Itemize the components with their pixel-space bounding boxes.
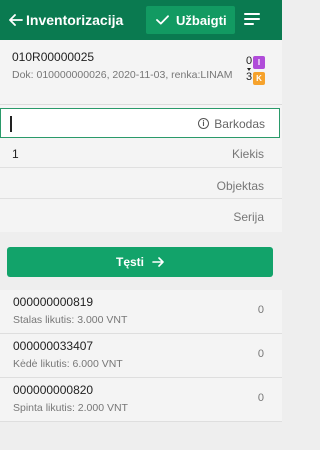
finish-button[interactable]: Užbaigti <box>146 6 235 34</box>
barcode-label: Barkodas <box>214 117 265 131</box>
item-code: 000000000820 <box>13 383 94 397</box>
menu-icon[interactable] <box>244 13 260 27</box>
item-balance: Kėdė likutis: 6.000 VNT <box>13 358 123 370</box>
continue-button-label: Tęsti <box>115 255 144 269</box>
document-code: 010R00000025 <box>12 50 95 64</box>
page-title: Inventorizacija <box>26 12 124 28</box>
item-count: 0 <box>257 392 264 404</box>
item-code: 000000033407 <box>13 339 94 353</box>
badge-k: K <box>253 72 265 85</box>
document-info: Dok: 010000000026, 2020-11-03, renka:LIN… <box>12 69 233 81</box>
menu-icon-line <box>244 13 260 15</box>
menu-icon-line <box>244 23 254 25</box>
back-arrow-icon[interactable] <box>6 9 26 31</box>
document-header: 010R00000025 Dok: 010000000026, 2020-11-… <box>0 40 282 105</box>
list-item[interactable]: 000000033407 Kėdė likutis: 6.000 VNT 0 <box>0 334 282 378</box>
item-code: 000000000819 <box>13 295 94 309</box>
item-count: 0 <box>257 304 264 316</box>
object-field[interactable]: Objektas <box>0 169 282 199</box>
object-label: Objektas <box>216 179 264 193</box>
app-header: Inventorizacija Užbaigti <box>0 0 282 40</box>
finish-button-label: Užbaigti <box>176 12 227 28</box>
continue-button[interactable]: Tęsti <box>7 247 273 277</box>
series-label: Serija <box>233 210 264 224</box>
quantity-label: Kiekis <box>231 147 264 161</box>
back-arrow-icon-svg <box>9 14 23 26</box>
quantity-value: 1 <box>12 147 19 161</box>
list-item[interactable]: 000000000820 Spinta likutis: 2.000 VNT 0 <box>0 378 282 422</box>
quantity-field[interactable]: 1 Kiekis <box>0 138 282 168</box>
menu-icon-line <box>244 18 260 20</box>
series-field[interactable]: Serija <box>0 201 282 231</box>
arrow-right-icon <box>152 257 164 267</box>
text-caret <box>10 116 12 132</box>
check-icon <box>156 15 169 25</box>
item-count: 0 <box>257 348 264 360</box>
item-balance: Stalas likutis: 3.000 VNT <box>13 314 128 326</box>
item-balance: Spinta likutis: 2.000 VNT <box>13 402 128 414</box>
list-item[interactable]: 000000000819 Stalas likutis: 3.000 VNT 0 <box>0 290 282 334</box>
badge-i: I <box>253 56 265 69</box>
barcode-input[interactable]: i Barkodas <box>0 108 280 138</box>
info-icon[interactable]: i <box>198 118 209 129</box>
